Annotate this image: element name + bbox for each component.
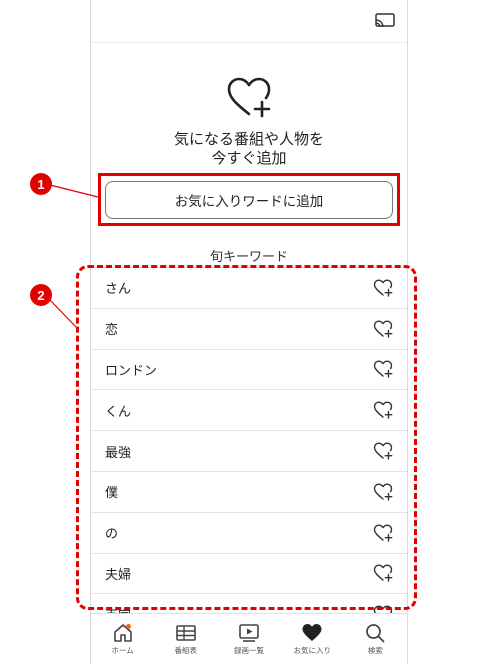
tab-recordings-label: 録画一覧: [234, 645, 264, 655]
annotation-box-2: [76, 265, 417, 610]
recordings-icon: [239, 623, 259, 642]
hero-text-line2: 今すぐ追加: [211, 149, 287, 167]
tab-favorites[interactable]: お気に入り: [281, 614, 344, 664]
top-bar: [91, 0, 407, 43]
annotation-badge-2: 2: [30, 284, 52, 306]
annotation-box-1: [98, 173, 400, 226]
tab-search[interactable]: 検索: [344, 614, 407, 664]
program-guide-icon: [175, 624, 196, 641]
tab-home[interactable]: ホーム: [91, 614, 154, 664]
cast-icon[interactable]: [375, 13, 395, 29]
notification-dot: [126, 624, 131, 629]
annotation-badge-1: 1: [30, 173, 52, 195]
tab-favorites-label: お気に入り: [293, 645, 331, 655]
heart-icon: [302, 623, 322, 641]
tab-search-label: 検索: [367, 645, 383, 655]
tab-program-guide-label: 番組表: [174, 645, 198, 655]
hero-text-line1: 気になる番組や人物を: [173, 130, 324, 148]
trending-keywords-title: 旬キーワード: [209, 250, 288, 265]
heart-add-icon: [227, 77, 271, 118]
tab-recordings[interactable]: 録画一覧: [217, 614, 280, 664]
tab-program-guide[interactable]: 番組表: [154, 614, 217, 664]
search-icon: [366, 623, 385, 642]
bottom-tab-bar: ホーム 番組表 録画一覧 お気に入り 検索: [91, 613, 407, 664]
tab-home-label: ホーム: [111, 645, 134, 655]
